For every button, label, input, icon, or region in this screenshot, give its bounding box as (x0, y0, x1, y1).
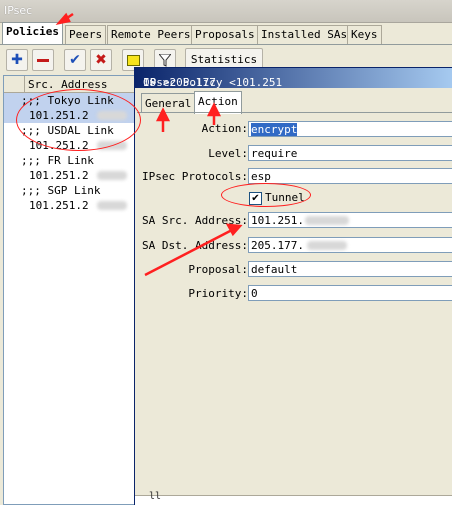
arrow-icon (144, 223, 243, 277)
arrow-icon (206, 102, 222, 125)
arrow-icon (155, 107, 171, 132)
annotation-arrows (55, 12, 243, 277)
arrow-icon (55, 12, 74, 25)
